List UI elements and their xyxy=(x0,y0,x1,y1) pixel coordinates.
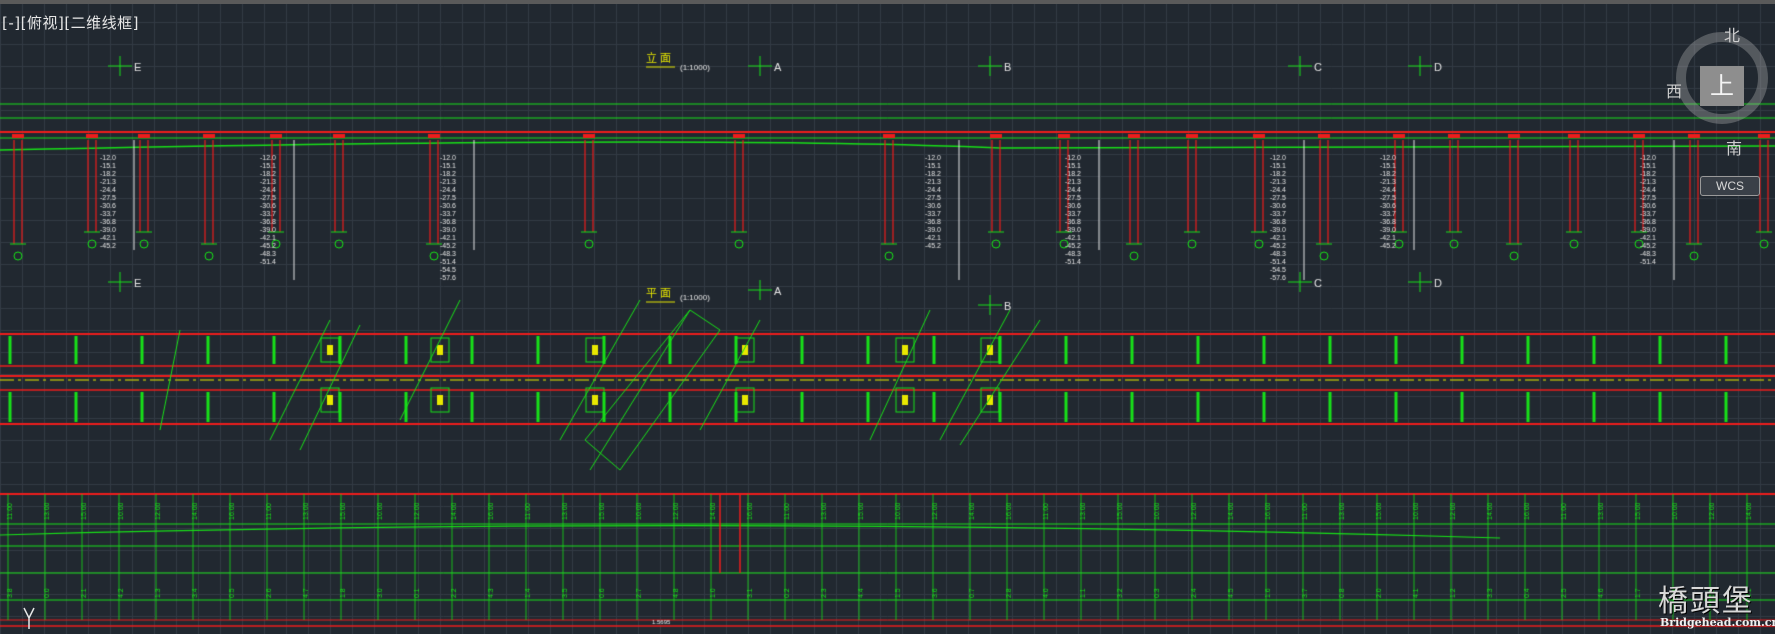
viewport-top-border xyxy=(0,0,1775,4)
wcs-menu-button[interactable]: WCS xyxy=(1700,176,1760,196)
compass-north-label[interactable]: 北 xyxy=(1724,22,1740,46)
watermark-url: Bridgehead.com.cn xyxy=(1660,616,1775,629)
compass-west-label[interactable]: 西 xyxy=(1666,78,1682,102)
viewport-controls-label[interactable]: [-][俯视][二维线框] xyxy=(2,12,139,33)
viewcube[interactable]: 上 北 西 南 xyxy=(1666,22,1775,158)
ucs-icon xyxy=(23,607,35,629)
watermark-logo-text: 橋頭堡 xyxy=(1658,584,1754,619)
compass-south-label[interactable]: 南 xyxy=(1726,135,1742,159)
viewcube-top-face[interactable]: 上 xyxy=(1700,66,1744,106)
cad-drawing-canvas[interactable] xyxy=(0,0,1775,634)
